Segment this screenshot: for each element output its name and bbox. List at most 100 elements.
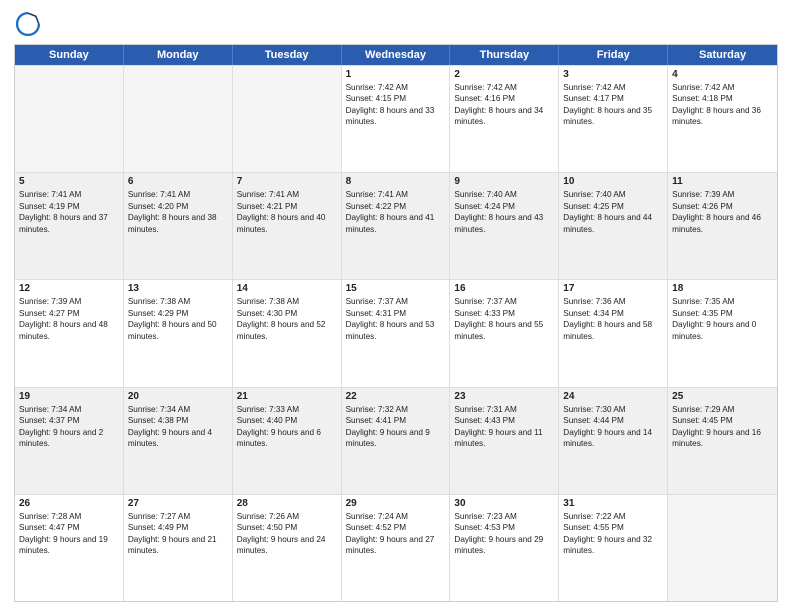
cell-info: Sunrise: 7:41 AM Sunset: 4:22 PM Dayligh…: [346, 189, 446, 235]
weekday-header-tuesday: Tuesday: [233, 45, 342, 65]
weekday-header-monday: Monday: [124, 45, 233, 65]
logo: [14, 10, 46, 38]
calendar-row-2: 5Sunrise: 7:41 AM Sunset: 4:19 PM Daylig…: [15, 172, 777, 279]
cell-info: Sunrise: 7:42 AM Sunset: 4:18 PM Dayligh…: [672, 82, 773, 128]
day-number: 14: [237, 283, 337, 294]
cell-info: Sunrise: 7:38 AM Sunset: 4:29 PM Dayligh…: [128, 296, 228, 342]
day-number: 21: [237, 391, 337, 402]
cell-info: Sunrise: 7:30 AM Sunset: 4:44 PM Dayligh…: [563, 404, 663, 450]
day-number: 12: [19, 283, 119, 294]
cell-info: Sunrise: 7:38 AM Sunset: 4:30 PM Dayligh…: [237, 296, 337, 342]
cal-cell: 27Sunrise: 7:27 AM Sunset: 4:49 PM Dayli…: [124, 495, 233, 601]
day-number: 2: [454, 69, 554, 80]
day-number: 31: [563, 498, 663, 509]
header: [14, 10, 778, 38]
day-number: 19: [19, 391, 119, 402]
cal-cell: 18 Sunrise: 7:35 AM Sunset: 4:35 PM Dayli…: [668, 280, 777, 386]
calendar-row-4: 19 Sunrise: 7:34 AM Sunset: 4:37 PM Dayli…: [15, 387, 777, 494]
cal-cell: [668, 495, 777, 601]
weekday-header-thursday: Thursday: [450, 45, 559, 65]
day-number: 4: [672, 69, 773, 80]
cal-cell: 3Sunrise: 7:42 AM Sunset: 4:17 PM Daylig…: [559, 66, 668, 172]
cell-info: Sunrise: 7:35 AM Sunset: 4:35 PM Dayligh…: [672, 296, 773, 342]
cell-info: Sunrise: 7:40 AM Sunset: 4:24 PM Dayligh…: [454, 189, 554, 235]
cal-cell: 13 Sunrise: 7:38 AM Sunset: 4:29 PM Dayli…: [124, 280, 233, 386]
cell-info: Sunrise: 7:34 AM Sunset: 4:37 PM Dayligh…: [19, 404, 119, 450]
cell-info: Sunrise: 7:27 AM Sunset: 4:49 PM Dayligh…: [128, 511, 228, 557]
cell-info: Sunrise: 7:36 AM Sunset: 4:34 PM Dayligh…: [563, 296, 663, 342]
day-number: 20: [128, 391, 228, 402]
weekday-header-sunday: Sunday: [15, 45, 124, 65]
day-number: 18: [672, 283, 773, 294]
cal-cell: 31 Sunrise: 7:22 AM Sunset: 4:55 PM Dayli…: [559, 495, 668, 601]
cell-info: Sunrise: 7:42 AM Sunset: 4:15 PM Dayligh…: [346, 82, 446, 128]
day-number: 13: [128, 283, 228, 294]
cal-cell: 22 Sunrise: 7:32 AM Sunset: 4:41 PM Dayli…: [342, 388, 451, 494]
day-number: 3: [563, 69, 663, 80]
cell-info: Sunrise: 7:24 AM Sunset: 4:52 PM Dayligh…: [346, 511, 446, 557]
day-number: 8: [346, 176, 446, 187]
cell-info: Sunrise: 7:32 AM Sunset: 4:41 PM Dayligh…: [346, 404, 446, 450]
day-number: 30: [454, 498, 554, 509]
cal-cell: [124, 66, 233, 172]
weekday-header-saturday: Saturday: [668, 45, 777, 65]
day-number: 7: [237, 176, 337, 187]
cell-info: Sunrise: 7:39 AM Sunset: 4:26 PM Dayligh…: [672, 189, 773, 235]
cell-info: Sunrise: 7:26 AM Sunset: 4:50 PM Dayligh…: [237, 511, 337, 557]
cal-cell: 5Sunrise: 7:41 AM Sunset: 4:19 PM Daylig…: [15, 173, 124, 279]
cal-cell: 30 Sunrise: 7:23 AM Sunset: 4:53 PM Dayli…: [450, 495, 559, 601]
calendar-row-1: 1Sunrise: 7:42 AM Sunset: 4:15 PM Daylig…: [15, 65, 777, 172]
weekday-header-wednesday: Wednesday: [342, 45, 451, 65]
cal-cell: 11 Sunrise: 7:39 AM Sunset: 4:26 PM Dayli…: [668, 173, 777, 279]
cal-cell: 25Sunrise: 7:29 AM Sunset: 4:45 PM Dayli…: [668, 388, 777, 494]
cal-cell: 26 Sunrise: 7:28 AM Sunset: 4:47 PM Dayli…: [15, 495, 124, 601]
cal-cell: 15Sunrise: 7:37 AM Sunset: 4:31 PM Dayli…: [342, 280, 451, 386]
calendar-body: 1Sunrise: 7:42 AM Sunset: 4:15 PM Daylig…: [15, 65, 777, 601]
logo-icon: [14, 10, 42, 38]
cal-cell: 23 Sunrise: 7:31 AM Sunset: 4:43 PM Dayli…: [450, 388, 559, 494]
cal-cell: 8 Sunrise: 7:41 AM Sunset: 4:22 PM Daylig…: [342, 173, 451, 279]
cell-info: Sunrise: 7:34 AM Sunset: 4:38 PM Dayligh…: [128, 404, 228, 450]
day-number: 22: [346, 391, 446, 402]
cal-cell: 2 Sunrise: 7:42 AM Sunset: 4:16 PM Daylig…: [450, 66, 559, 172]
cal-cell: 20 Sunrise: 7:34 AM Sunset: 4:38 PM Dayli…: [124, 388, 233, 494]
cell-info: Sunrise: 7:42 AM Sunset: 4:16 PM Dayligh…: [454, 82, 554, 128]
cal-cell: 17Sunrise: 7:36 AM Sunset: 4:34 PM Dayli…: [559, 280, 668, 386]
cal-cell: 6Sunrise: 7:41 AM Sunset: 4:20 PM Daylig…: [124, 173, 233, 279]
day-number: 10: [563, 176, 663, 187]
page: SundayMondayTuesdayWednesdayThursdayFrid…: [0, 0, 792, 612]
calendar-header-row: SundayMondayTuesdayWednesdayThursdayFrid…: [15, 45, 777, 65]
cal-cell: 29 Sunrise: 7:24 AM Sunset: 4:52 PM Dayli…: [342, 495, 451, 601]
cell-info: Sunrise: 7:37 AM Sunset: 4:33 PM Dayligh…: [454, 296, 554, 342]
cell-info: Sunrise: 7:31 AM Sunset: 4:43 PM Dayligh…: [454, 404, 554, 450]
day-number: 26: [19, 498, 119, 509]
cal-cell: 7 Sunrise: 7:41 AM Sunset: 4:21 PM Daylig…: [233, 173, 342, 279]
cal-cell: 21 Sunrise: 7:33 AM Sunset: 4:40 PM Dayli…: [233, 388, 342, 494]
day-number: 9: [454, 176, 554, 187]
day-number: 16: [454, 283, 554, 294]
calendar: SundayMondayTuesdayWednesdayThursdayFrid…: [14, 44, 778, 602]
day-number: 25: [672, 391, 773, 402]
cell-info: Sunrise: 7:41 AM Sunset: 4:21 PM Dayligh…: [237, 189, 337, 235]
cal-cell: 19 Sunrise: 7:34 AM Sunset: 4:37 PM Dayli…: [15, 388, 124, 494]
cell-info: Sunrise: 7:33 AM Sunset: 4:40 PM Dayligh…: [237, 404, 337, 450]
day-number: 11: [672, 176, 773, 187]
calendar-row-5: 26 Sunrise: 7:28 AM Sunset: 4:47 PM Dayli…: [15, 494, 777, 601]
cal-cell: [233, 66, 342, 172]
cal-cell: 24Sunrise: 7:30 AM Sunset: 4:44 PM Dayli…: [559, 388, 668, 494]
cell-info: Sunrise: 7:28 AM Sunset: 4:47 PM Dayligh…: [19, 511, 119, 557]
cal-cell: 1Sunrise: 7:42 AM Sunset: 4:15 PM Daylig…: [342, 66, 451, 172]
cal-cell: 9 Sunrise: 7:40 AM Sunset: 4:24 PM Daylig…: [450, 173, 559, 279]
cell-info: Sunrise: 7:23 AM Sunset: 4:53 PM Dayligh…: [454, 511, 554, 557]
day-number: 28: [237, 498, 337, 509]
day-number: 29: [346, 498, 446, 509]
cal-cell: 16 Sunrise: 7:37 AM Sunset: 4:33 PM Dayli…: [450, 280, 559, 386]
day-number: 15: [346, 283, 446, 294]
cell-info: Sunrise: 7:22 AM Sunset: 4:55 PM Dayligh…: [563, 511, 663, 557]
day-number: 6: [128, 176, 228, 187]
day-number: 23: [454, 391, 554, 402]
calendar-row-3: 12Sunrise: 7:39 AM Sunset: 4:27 PM Dayli…: [15, 279, 777, 386]
cal-cell: 28 Sunrise: 7:26 AM Sunset: 4:50 PM Dayli…: [233, 495, 342, 601]
weekday-header-friday: Friday: [559, 45, 668, 65]
day-number: 5: [19, 176, 119, 187]
